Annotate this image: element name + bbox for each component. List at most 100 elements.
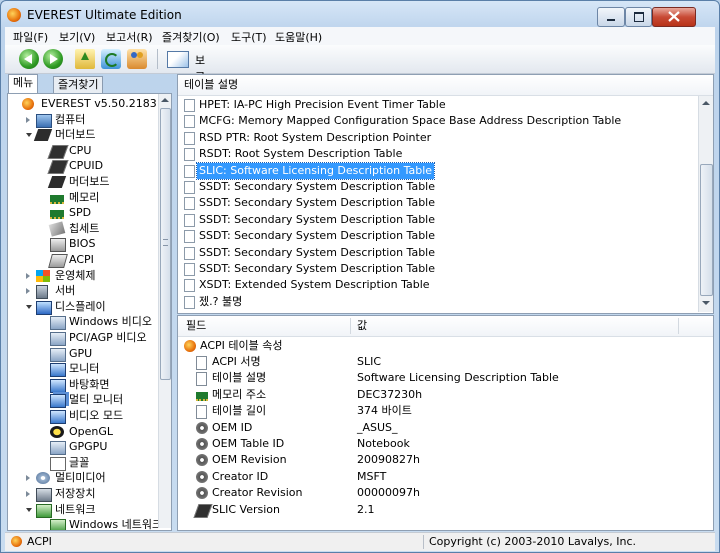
tab-menu[interactable]: 메뉴 [8, 74, 39, 94]
tree-item-label: ACPI [69, 253, 94, 266]
gears-icon [196, 470, 208, 483]
tree-item[interactable]: Windows 비디오 [8, 314, 156, 331]
desktop-icon [50, 378, 66, 393]
column-divider[interactable] [350, 318, 351, 334]
tree-item[interactable]: 멀티미디어 [8, 470, 156, 486]
motherboard-icon [33, 129, 53, 142]
refresh-button[interactable] [101, 49, 121, 69]
tree-item[interactable]: ACPI [8, 252, 156, 268]
table-row-label: RSD PTR: Root System Description Pointer [199, 130, 432, 144]
collapse-icon[interactable] [26, 133, 32, 138]
tree-item[interactable]: 디스플레이 [8, 299, 156, 315]
column-divider[interactable] [678, 318, 679, 334]
tree-item[interactable]: GPGPU [8, 439, 156, 456]
tree-item[interactable]: 글꼴 [8, 455, 156, 471]
users-button[interactable] [127, 49, 147, 69]
tree-item[interactable]: 머더보드 [8, 174, 156, 190]
expand-icon[interactable] [26, 116, 30, 123]
font-icon [50, 456, 66, 471]
details-field: ACPI 서명 [212, 355, 261, 368]
tree-item[interactable]: 운영체제 [8, 268, 156, 284]
document-icon [184, 181, 195, 194]
tree-item[interactable]: 비디오 모드 [8, 408, 156, 424]
tree-item[interactable]: 멀티 모니터 [8, 392, 156, 409]
toolbar: 보고서 [5, 45, 715, 99]
left-pane: 메뉴 즐겨찾기 EVEREST v5.50.2183 Beta 컴퓨터 머더보드 CP… [5, 74, 173, 531]
tree-item[interactable]: 서버 [8, 283, 156, 300]
tree-item[interactable]: OpenGL [8, 424, 156, 440]
collapse-icon[interactable] [26, 304, 32, 309]
menu-help[interactable]: 도움말(H) [275, 29, 322, 45]
close-button[interactable] [652, 7, 696, 27]
tables-header-label: 테이블 설명 [184, 78, 239, 91]
tree-item-label: 디스플레이 [55, 299, 106, 313]
up-button[interactable] [75, 49, 95, 69]
document-icon [184, 99, 195, 112]
tree-item[interactable]: CPUID [8, 158, 156, 175]
tree-item[interactable]: 바탕화면 [8, 377, 156, 393]
document-icon [184, 213, 195, 227]
video-mode-icon [50, 410, 66, 424]
details-value: SLIC [357, 355, 382, 368]
opengl-icon [50, 425, 64, 438]
menu-tools[interactable]: 도구(T) [231, 29, 267, 45]
tree-item[interactable]: SPD [8, 205, 156, 221]
details-group-label: ACPI 테이블 속성 [200, 339, 283, 352]
tables-scrollbar[interactable] [698, 96, 713, 312]
tree-item[interactable]: 컴퓨터 [8, 112, 156, 128]
expand-icon[interactable] [26, 288, 30, 295]
status-copyright: Copyright (c) 2003-2010 Lavalys, Inc. [429, 535, 636, 548]
column-field[interactable]: 필드 [186, 316, 206, 336]
expand-icon[interactable] [26, 491, 30, 497]
back-button[interactable] [19, 49, 39, 69]
tree-item[interactable]: PCI/AGP 비디오 [8, 330, 156, 346]
tree-item[interactable]: 모니터 [8, 361, 156, 378]
arrow-left-icon [24, 54, 32, 64]
minimize-button[interactable] [597, 7, 625, 27]
tree-scrollbar[interactable] [158, 94, 171, 528]
tree-item[interactable]: Windows 네트워크 [8, 517, 162, 530]
tables-column-header[interactable]: 테이블 설명 [178, 75, 713, 96]
tables-scroll-thumb[interactable] [700, 164, 713, 296]
table-row-label: SSDT: Secondary System Description Table [199, 245, 436, 259]
expand-icon[interactable] [26, 475, 30, 482]
computer-icon [36, 113, 52, 128]
maximize-button[interactable] [625, 7, 652, 27]
server-icon [36, 285, 48, 300]
tab-favorites[interactable]: 즐겨찾기 [53, 76, 104, 93]
tree-item-label: Windows 비디오 [69, 315, 152, 329]
tree-item[interactable]: EVEREST v5.50.2183 Beta [8, 96, 171, 112]
menu-favorites[interactable]: 즐겨찾기(O) [162, 29, 220, 45]
scroll-up-icon[interactable] [702, 101, 710, 105]
table-row-label: MCFG: Memory Mapped Configuration Space … [199, 114, 622, 128]
table-row-label: RSDT: Root System Description Table [199, 147, 403, 161]
gears-icon [196, 421, 208, 434]
document-icon [184, 131, 195, 145]
menu-view[interactable]: 보기(V) [59, 29, 95, 45]
table-row-label: SSDT: Secondary System Description Table [199, 212, 436, 226]
menu-report[interactable]: 보고서(R) [106, 29, 153, 45]
details-value: 2.1 [357, 502, 375, 516]
menu-file[interactable]: 파일(F) [13, 29, 48, 45]
column-value[interactable]: 값 [357, 316, 367, 336]
tree-item[interactable]: GPU [8, 346, 156, 362]
tree-scroll-thumb[interactable] [160, 108, 171, 380]
chip-icon [47, 144, 69, 159]
tree-item[interactable]: 메모리 [8, 190, 156, 206]
collapse-icon[interactable] [26, 507, 32, 512]
tree-item[interactable]: 칩세트 [8, 221, 156, 237]
gears-icon [196, 487, 208, 500]
scroll-down-icon[interactable] [702, 301, 710, 305]
table-row-label: XSDT: Extended System Description Table [199, 278, 430, 292]
tree-item[interactable]: 머더보드 [8, 127, 156, 143]
expand-icon[interactable] [26, 272, 30, 279]
tree-item[interactable]: CPU [8, 143, 156, 159]
details-value: 00000097h [357, 486, 420, 500]
forward-button[interactable] [43, 49, 63, 69]
tree-item[interactable]: BIOS [8, 236, 156, 253]
tree-item[interactable]: 저장장치 [8, 486, 156, 502]
multimedia-icon [36, 472, 50, 485]
title-bar[interactable]: EVEREST Ultimate Edition [1, 1, 719, 29]
tree-item[interactable]: 네트워크 [8, 502, 156, 518]
scroll-up-icon[interactable] [161, 98, 169, 102]
